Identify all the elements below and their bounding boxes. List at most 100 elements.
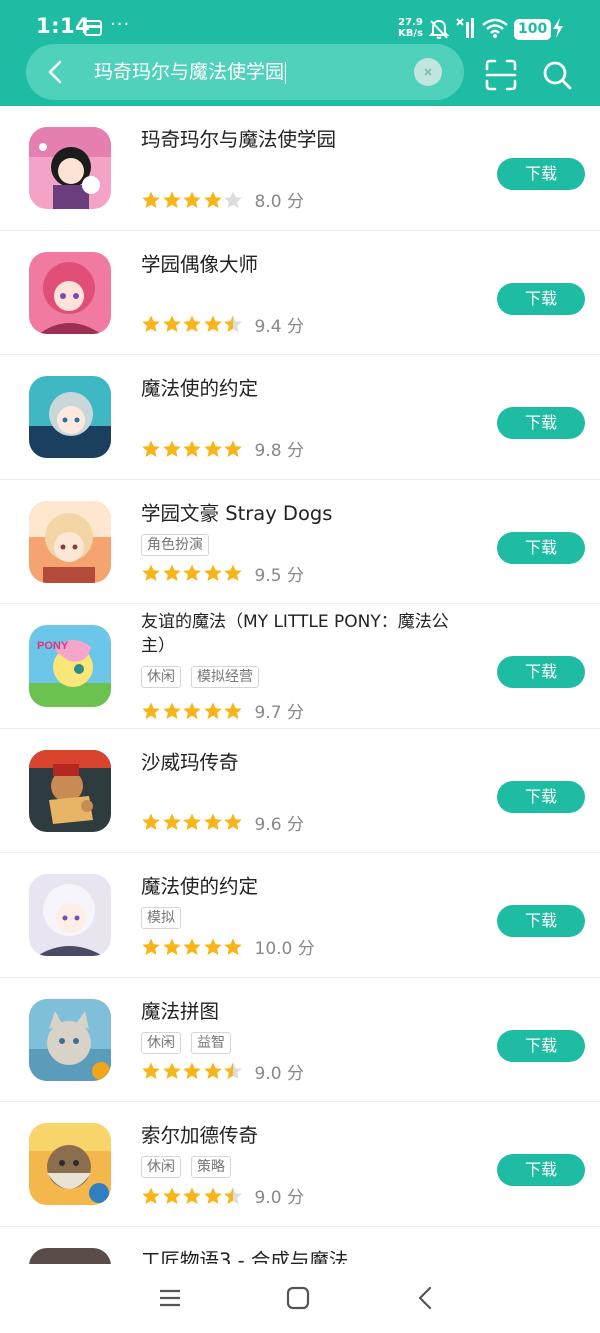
- home-icon[interactable]: [284, 1284, 312, 1312]
- app-list-item[interactable]: 沙威玛传奇 9.6 分 下载: [0, 729, 600, 853]
- app-tags: 角色扮演: [141, 533, 209, 556]
- app-title[interactable]: 沙威玛传奇: [141, 751, 471, 775]
- close-icon: [424, 68, 432, 76]
- download-button[interactable]: 下载: [497, 282, 585, 315]
- star-icon: [224, 813, 242, 830]
- app-list-item[interactable]: 玛奇玛尔与魔法使学园 8.0 分 下载: [0, 106, 600, 231]
- app-list-item[interactable]: 魔法使的约定 9.8 分 下载: [0, 355, 600, 480]
- star-icon: [203, 1187, 222, 1204]
- app-title[interactable]: 学园偶像大师: [141, 253, 471, 277]
- rating-score: 9.4 分: [254, 316, 304, 337]
- star-icon: [183, 191, 201, 208]
- star-icon: [203, 564, 222, 581]
- app-title[interactable]: 索尔加德传奇: [141, 1124, 471, 1148]
- app-icon[interactable]: [29, 1123, 111, 1205]
- download-button[interactable]: 下载: [497, 780, 585, 813]
- app-icon[interactable]: [29, 1247, 111, 1264]
- scan-icon[interactable]: [484, 58, 518, 92]
- star-icon: [203, 938, 222, 955]
- star-icon: [183, 702, 201, 719]
- download-button[interactable]: 下载: [497, 407, 585, 439]
- mute-bell-icon: [428, 19, 450, 39]
- star-icon: [162, 938, 181, 955]
- app-title[interactable]: 魔法拼图: [141, 1000, 471, 1024]
- star-icon: [203, 813, 222, 830]
- star-icon: [142, 1187, 160, 1204]
- app-rating: 9.0 分: [141, 1059, 304, 1084]
- rating-score: 9.6 分: [254, 814, 304, 835]
- app-icon[interactable]: [29, 127, 111, 209]
- app-list-item[interactable]: 魔法拼图 休闲 益智 9.0 分 下载: [0, 978, 600, 1102]
- rating-score: 9.0 分: [254, 1063, 304, 1084]
- app-title[interactable]: 友谊的魔法（MY LITTLE PONY：魔法公主）: [141, 610, 471, 658]
- app-icon[interactable]: PONY: [29, 625, 111, 707]
- system-navigation-bar: [0, 1264, 600, 1333]
- search-icon[interactable]: [540, 58, 574, 92]
- star-icon: [183, 1187, 201, 1204]
- half-star-icon: [224, 1062, 242, 1079]
- search-results-list[interactable]: 玛奇玛尔与魔法使学园 8.0 分下载 学园偶像大师 9.4 分下载 魔法使的约定 9.8 …: [0, 106, 600, 1264]
- app-icon[interactable]: [29, 376, 111, 458]
- top-header: 1:14 ··· 27.9 KB/s 100 玛奇玛尔与魔法使学园: [0, 0, 600, 106]
- category-tag: 休闲: [141, 666, 181, 688]
- clear-search-button[interactable]: [414, 58, 442, 86]
- app-list-item[interactable]: 魔法使的约定 模拟 10.0 分 下载: [0, 853, 600, 978]
- star-icon: [162, 315, 181, 332]
- app-icon[interactable]: [29, 500, 111, 583]
- download-button[interactable]: 下载: [497, 1154, 585, 1186]
- app-title[interactable]: 魔法使的约定: [141, 875, 471, 899]
- app-tags: 模拟: [141, 907, 181, 929]
- app-icon[interactable]: [29, 998, 111, 1081]
- star-icon: [142, 1062, 160, 1079]
- category-tag: 模拟经营: [191, 666, 259, 688]
- star-icon: [203, 702, 222, 719]
- star-icon: [142, 315, 160, 332]
- star-icon: [203, 315, 222, 332]
- search-bar[interactable]: 玛奇玛尔与魔法使学园: [26, 44, 464, 100]
- category-tag: 策略: [191, 1156, 231, 1178]
- network-speed-unit: KB/s: [398, 28, 423, 39]
- app-list-item[interactable]: 学园文豪 Stray Dogs 角色扮演 9.5 分 下载: [0, 480, 600, 604]
- rating-score: 9.0 分: [254, 1188, 304, 1208]
- app-rating: 9.5 分: [141, 561, 304, 586]
- app-list-item[interactable]: 索尔加德传奇 休闲 策略 9.0 分 下载: [0, 1102, 600, 1227]
- app-icon[interactable]: [29, 874, 111, 956]
- half-star-icon: [224, 1187, 242, 1204]
- star-icon: [162, 440, 181, 457]
- menu-icon[interactable]: [156, 1284, 184, 1312]
- app-title[interactable]: 学园文豪 Stray Dogs: [141, 502, 471, 526]
- star-icon: [203, 440, 222, 457]
- star-icon: [183, 315, 201, 332]
- back-arrow-icon[interactable]: [42, 58, 70, 86]
- star-icon: [183, 1062, 201, 1079]
- app-title[interactable]: 工匠物语3 - 合成与魔法: [141, 1249, 471, 1265]
- star-icon: [142, 938, 160, 955]
- network-speed-value: 27.9: [398, 17, 423, 28]
- rating-score: 10.0 分: [254, 939, 315, 959]
- empty-star-icon: [224, 191, 242, 208]
- app-icon[interactable]: [29, 749, 111, 832]
- status-time: 1:14: [36, 14, 91, 38]
- app-title[interactable]: 玛奇玛尔与魔法使学园: [141, 128, 471, 152]
- category-tag: 休闲: [141, 1156, 181, 1178]
- app-list-item[interactable]: PONY 友谊的魔法（MY LITTLE PONY：魔法公主） 休闲 模拟经营 9.7 …: [0, 604, 600, 729]
- app-icon[interactable]: [29, 251, 111, 334]
- download-button[interactable]: 下载: [497, 158, 585, 190]
- download-button[interactable]: 下载: [497, 656, 585, 688]
- star-icon: [142, 564, 160, 581]
- download-button[interactable]: 下载: [497, 1029, 585, 1062]
- app-list-item[interactable]: 工匠物语3 - 合成与魔法: [0, 1227, 600, 1265]
- app-title[interactable]: 魔法使的约定: [141, 377, 471, 401]
- download-button[interactable]: 下载: [497, 905, 585, 937]
- charging-bolt-icon: [553, 18, 563, 38]
- search-query: 玛奇玛尔与魔法使学园: [94, 61, 285, 83]
- app-list-item[interactable]: 学园偶像大师 9.4 分 下载: [0, 231, 600, 355]
- back-icon[interactable]: [412, 1284, 440, 1312]
- app-rating: 8.0 分: [141, 187, 304, 212]
- search-input[interactable]: 玛奇玛尔与魔法使学园: [94, 58, 287, 86]
- rating-score: 9.5 分: [254, 565, 304, 586]
- category-tag: 角色扮演: [141, 533, 209, 556]
- star-icon: [183, 938, 201, 955]
- star-icon: [162, 1062, 181, 1079]
- download-button[interactable]: 下载: [497, 531, 585, 564]
